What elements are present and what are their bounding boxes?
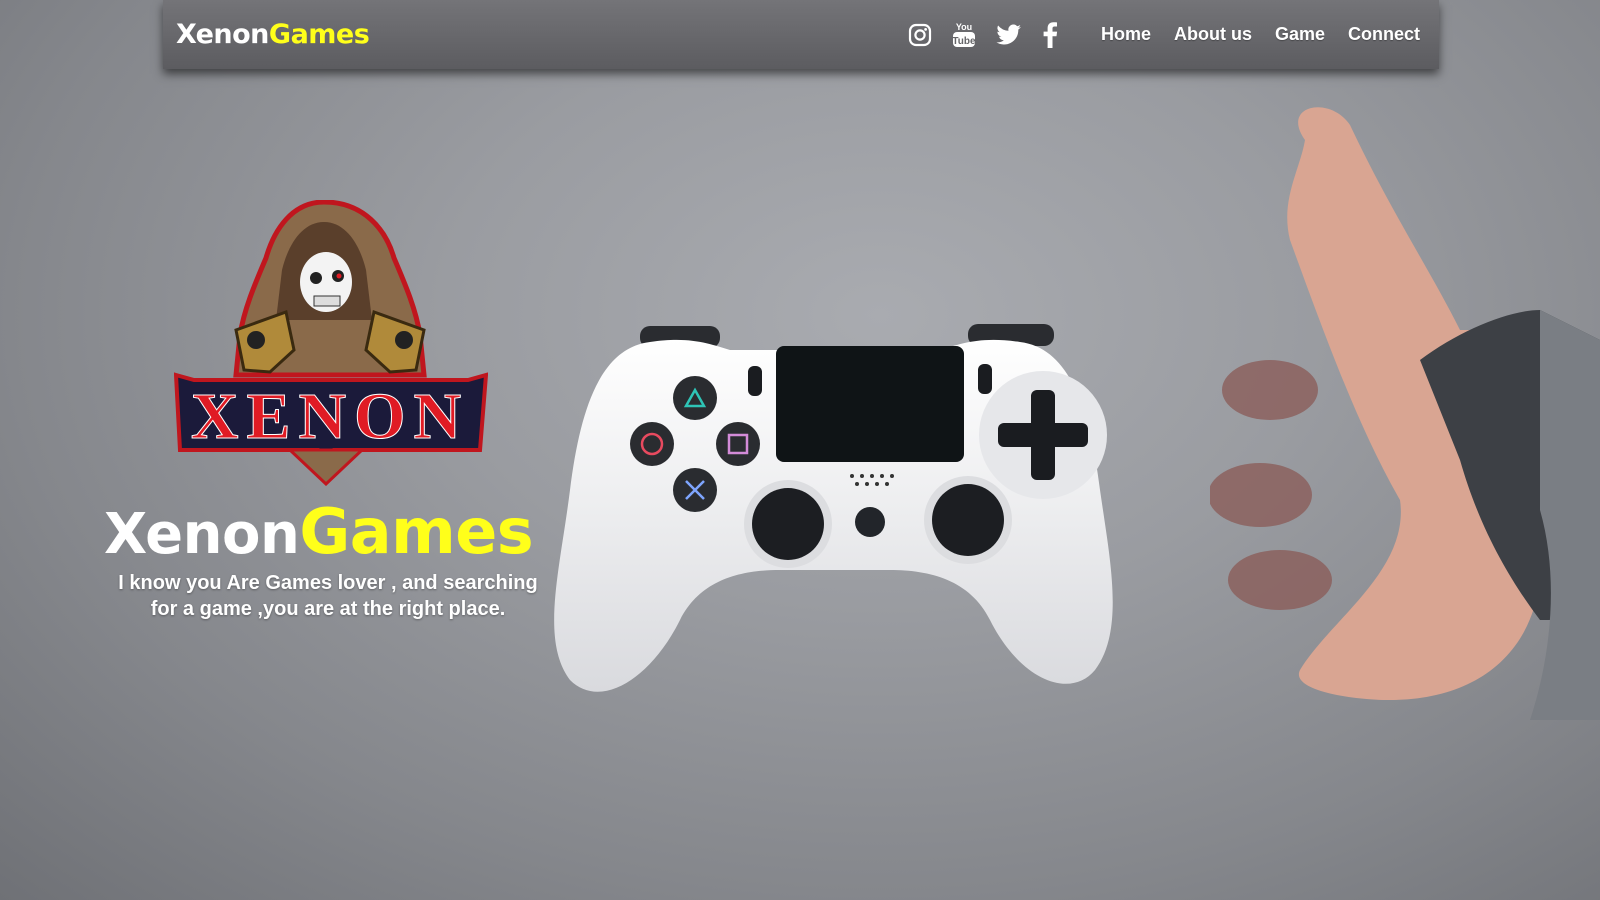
hand-image (1208, 100, 1600, 720)
social-icons: You Tube (898, 21, 1068, 49)
instagram-icon[interactable] (908, 23, 932, 47)
hero-title: XenonGames (104, 496, 564, 571)
brand-xenon: Xenon (176, 19, 269, 50)
hero-subtitle: I know you Are Games lover , and searchi… (108, 570, 548, 622)
hero-subtitle-line2: for a game ,you are at the right place. (150, 598, 506, 620)
hero-subtitle-line1: I know you Are Games lover , and searchi… (118, 572, 538, 594)
svg-text:Tube: Tube (952, 36, 976, 47)
youtube-icon[interactable]: You Tube (952, 21, 976, 49)
logo-xenon-text: XENON (191, 380, 469, 453)
hero-title-games: Games (299, 495, 534, 568)
nav-link-home[interactable]: Home (1101, 24, 1151, 45)
facebook-icon[interactable] (1042, 21, 1058, 48)
brand-logo[interactable]: XenonGames (176, 19, 370, 50)
twitter-icon[interactable] (996, 23, 1022, 46)
nav-link-connect[interactable]: Connect (1348, 24, 1420, 45)
svg-text:You: You (956, 22, 972, 32)
game-controller-image (540, 320, 1130, 710)
navbar: XenonGames You Tube Home About us Game C… (163, 0, 1439, 69)
hero-title-xenon: Xenon (104, 502, 300, 567)
nav-right: You Tube Home About us Game Connect (898, 21, 1420, 49)
xenon-mascot-logo: XENON (173, 199, 489, 487)
brand-games: Games (268, 19, 370, 50)
nav-link-about-us[interactable]: About us (1174, 24, 1252, 45)
nav-link-game[interactable]: Game (1275, 24, 1325, 45)
